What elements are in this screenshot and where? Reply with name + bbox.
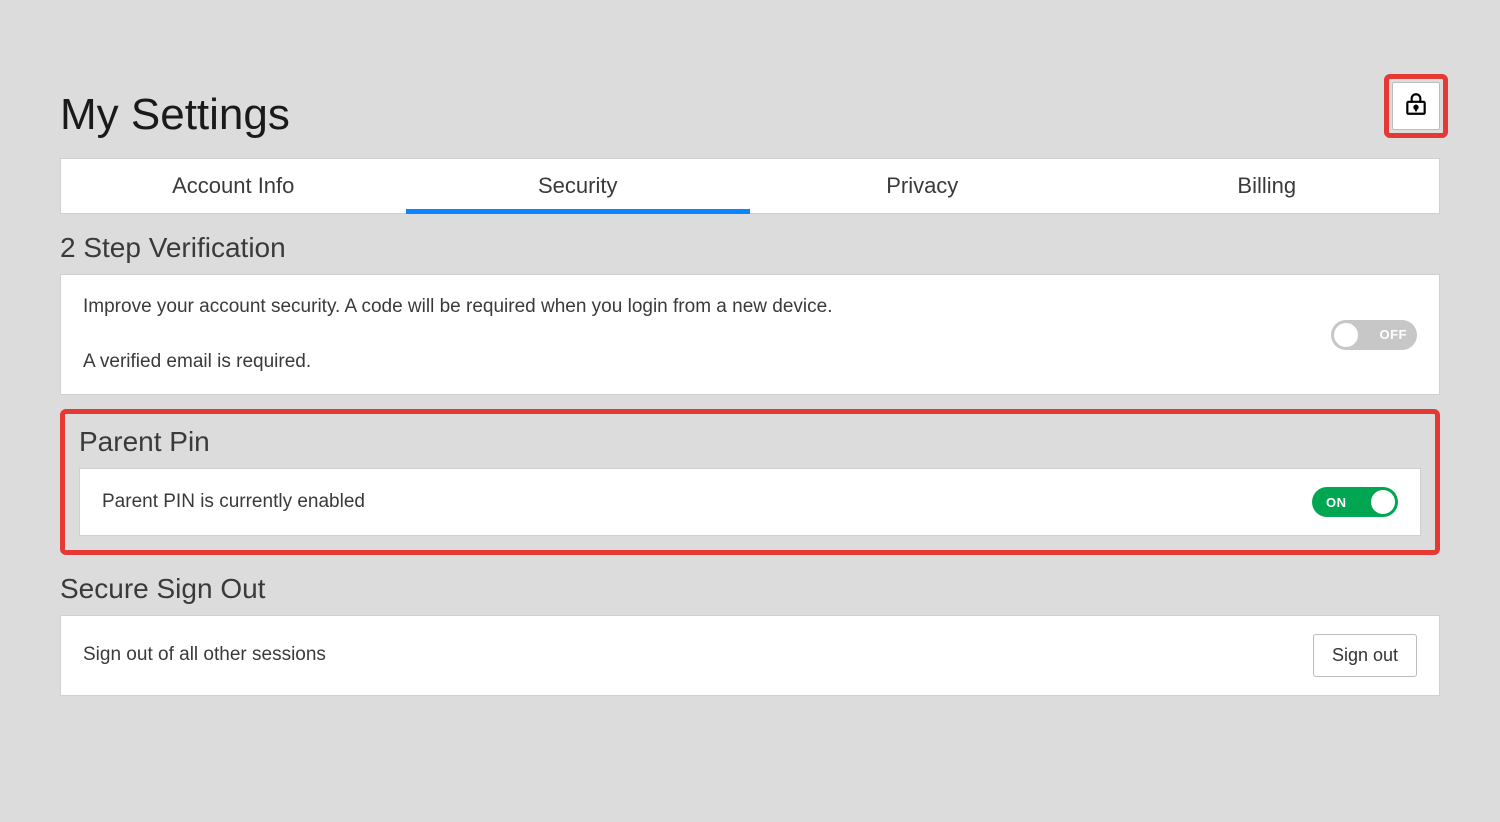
parent-pin-text: Parent PIN is currently enabled	[102, 488, 365, 517]
two-step-text: Improve your account security. A code wi…	[83, 293, 832, 376]
parent-pin-card: Parent PIN is currently enabled ON	[79, 468, 1421, 536]
parent-pin-toggle[interactable]: ON	[1312, 487, 1398, 517]
page-title: My Settings	[60, 90, 1440, 140]
two-step-desc: Improve your account security. A code wi…	[83, 293, 832, 322]
secure-signout-text: Sign out of all other sessions	[83, 641, 326, 670]
toggle-knob	[1334, 323, 1358, 347]
secure-signout-desc: Sign out of all other sessions	[83, 641, 326, 670]
tab-account-info[interactable]: Account Info	[61, 159, 406, 213]
two-step-toggle-label: OFF	[1380, 327, 1408, 342]
settings-tabs: Account Info Security Privacy Billing	[60, 158, 1440, 214]
parent-pin-toggle-label: ON	[1326, 495, 1347, 510]
lock-button[interactable]	[1392, 82, 1440, 130]
signout-button[interactable]: Sign out	[1313, 634, 1417, 677]
tab-security[interactable]: Security	[406, 159, 751, 213]
two-step-card: Improve your account security. A code wi…	[60, 274, 1440, 395]
tab-privacy[interactable]: Privacy	[750, 159, 1095, 213]
two-step-toggle[interactable]: OFF	[1331, 320, 1417, 350]
toggle-knob	[1371, 490, 1395, 514]
parent-pin-desc: Parent PIN is currently enabled	[102, 488, 365, 517]
two-step-note: A verified email is required.	[83, 348, 832, 377]
parent-pin-highlight-box: Parent Pin Parent PIN is currently enabl…	[60, 409, 1440, 555]
two-step-section-title: 2 Step Verification	[60, 232, 1440, 264]
lock-icon	[1403, 91, 1429, 122]
parent-pin-section-title: Parent Pin	[79, 426, 1421, 458]
secure-signout-card: Sign out of all other sessions Sign out	[60, 615, 1440, 696]
secure-signout-section-title: Secure Sign Out	[60, 573, 1440, 605]
tab-billing[interactable]: Billing	[1095, 159, 1440, 213]
